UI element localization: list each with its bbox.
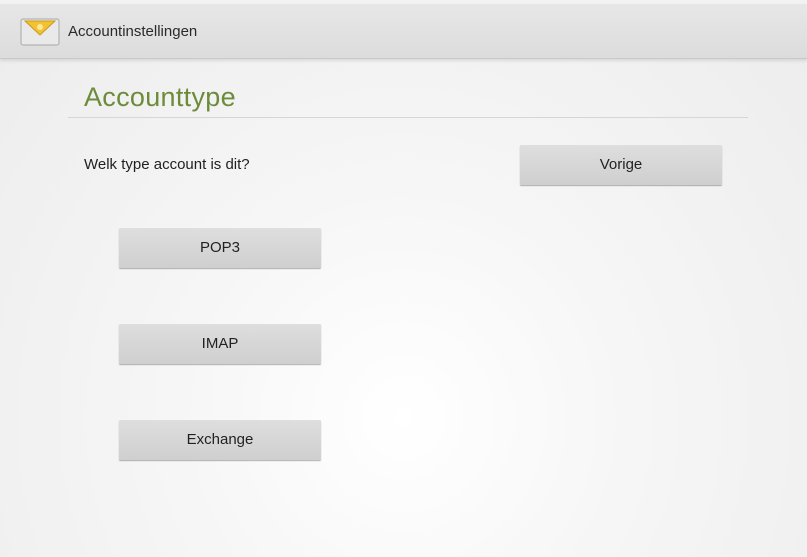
email-setup-screen: Accountinstellingen Accounttype Welk typ… (0, 0, 807, 557)
mail-envelope-icon (19, 16, 61, 48)
exchange-button[interactable]: Exchange (119, 420, 321, 460)
imap-button[interactable]: IMAP (119, 324, 321, 364)
pop3-button[interactable]: POP3 (119, 228, 321, 268)
back-button[interactable]: Vorige (520, 145, 722, 185)
section-divider (68, 117, 748, 118)
action-bar: Accountinstellingen (0, 4, 807, 59)
section-title: Accounttype (84, 82, 236, 112)
action-bar-title: Accountinstellingen (68, 23, 198, 40)
account-type-question: Welk type account is dit? (84, 156, 250, 173)
